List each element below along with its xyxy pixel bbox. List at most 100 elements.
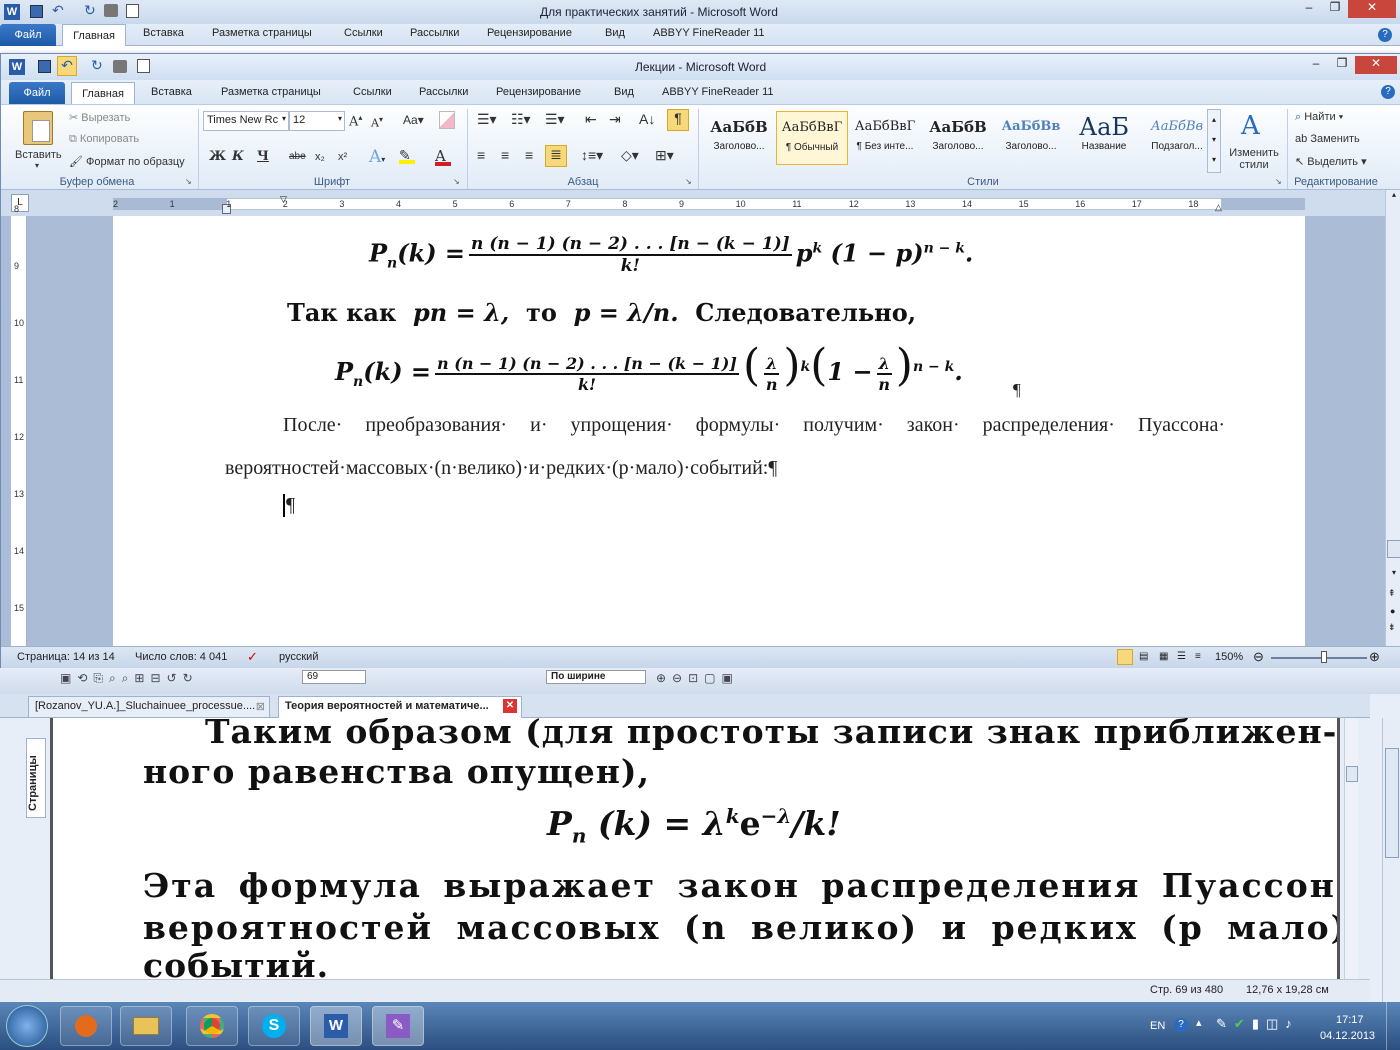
- style-heading2[interactable]: АаБбВ Заголово...: [922, 111, 994, 165]
- tab-mailings[interactable]: Рассылки: [419, 86, 468, 98]
- font-size-select[interactable]: 12 ▾: [289, 111, 345, 131]
- tab-insert[interactable]: Вставка: [143, 27, 184, 39]
- scroll-thumb[interactable]: [1346, 766, 1358, 782]
- tab-review[interactable]: Рецензирование: [496, 86, 581, 98]
- next-page-icon[interactable]: ⇟: [1388, 622, 1396, 633]
- shading-icon[interactable]: ◇▾: [621, 147, 639, 164]
- word-icon[interactable]: W: [4, 4, 20, 20]
- superscript-button[interactable]: x²: [338, 151, 347, 163]
- numbering-icon[interactable]: ☷▾: [511, 111, 531, 128]
- styles-scroll[interactable]: ▴ ▾ ▾: [1207, 109, 1221, 173]
- toolbar-icons[interactable]: ▣⟲⎘⌕⌕⊞⊟↺↻: [60, 671, 199, 686]
- close-button[interactable]: ✕: [1355, 56, 1397, 74]
- change-styles-button[interactable]: Изменить стили: [1229, 147, 1279, 171]
- language-indicator[interactable]: EN: [1150, 1020, 1165, 1032]
- change-styles-icon[interactable]: A: [1241, 111, 1260, 141]
- fullscreen-view-icon[interactable]: ▤: [1139, 651, 1148, 662]
- pdf-page[interactable]: Таким образом (для простоты записи знак …: [50, 718, 1340, 979]
- style-subtitle[interactable]: АаБбВв Подзагол...: [1141, 111, 1213, 165]
- redo-icon[interactable]: ↻: [84, 2, 96, 19]
- right-indent-icon[interactable]: △: [1215, 202, 1222, 213]
- save-icon[interactable]: [38, 60, 51, 73]
- tab-abbyy[interactable]: ABBYY FineReader 11: [662, 86, 774, 98]
- paste-icon[interactable]: [23, 111, 53, 145]
- font-name-select[interactable]: Times New Rc ▾: [203, 111, 289, 131]
- help-icon[interactable]: ?: [1381, 85, 1395, 99]
- word-count[interactable]: Число слов: 4 041: [135, 651, 227, 663]
- clear-format-icon[interactable]: [439, 111, 455, 129]
- zoom-value-box[interactable]: 69: [302, 670, 366, 684]
- tab-layout[interactable]: Разметка страницы: [212, 27, 312, 39]
- show-marks-button[interactable]: ¶: [667, 109, 689, 131]
- preview-icon[interactable]: [126, 4, 139, 18]
- tab-file[interactable]: Файл: [9, 82, 65, 104]
- outer-scrollbar[interactable]: [1382, 718, 1400, 1002]
- align-right-icon[interactable]: ≡: [525, 147, 533, 163]
- close-tab-icon[interactable]: ✕: [503, 699, 517, 713]
- outline-view-icon[interactable]: ☰: [1177, 651, 1186, 662]
- help-icon[interactable]: ?: [1378, 28, 1392, 42]
- justify-button[interactable]: ≣: [545, 145, 567, 167]
- style-heading1[interactable]: АаБбВ Заголово...: [703, 111, 775, 165]
- body-paragraph[interactable]: После· преобразования· и· упрощения· фор…: [225, 404, 1225, 490]
- dialog-launcher-icon[interactable]: ↘: [1275, 177, 1282, 186]
- copy-button[interactable]: ⧉ Копировать: [69, 133, 139, 146]
- redo-icon[interactable]: ↻: [91, 57, 103, 74]
- increase-indent-icon[interactable]: ⇥: [609, 111, 621, 128]
- skype-icon[interactable]: S: [248, 1006, 300, 1046]
- minimize-button[interactable]: –: [1296, 0, 1322, 18]
- scroll-down-icon[interactable]: ▾: [1387, 568, 1400, 582]
- prev-page-icon[interactable]: ⇞: [1388, 588, 1396, 599]
- print-icon[interactable]: [104, 4, 118, 17]
- zoom-slider-thumb[interactable]: [1321, 651, 1327, 663]
- tab-home[interactable]: Главная: [71, 82, 135, 104]
- borders-icon[interactable]: ⊞▾: [655, 147, 674, 164]
- print-layout-icon[interactable]: [1117, 649, 1133, 665]
- tab-layout[interactable]: Разметка страницы: [221, 86, 321, 98]
- pdf-scrollbar[interactable]: [1344, 718, 1358, 979]
- scroll-thumb[interactable]: [1385, 748, 1399, 858]
- tab-insert[interactable]: Вставка: [151, 86, 192, 98]
- shrink-font-icon[interactable]: A▾: [371, 115, 383, 130]
- dialog-launcher-icon[interactable]: ↘: [185, 177, 192, 186]
- browse-object-icon[interactable]: ●: [1390, 606, 1395, 616]
- document-page[interactable]: Pn(k) = n (n − 1) (n − 2) . . . [n − (k −…: [113, 216, 1305, 646]
- strikethrough-button[interactable]: abe: [289, 151, 306, 162]
- language[interactable]: русский: [279, 651, 318, 663]
- tab-references[interactable]: Ссылки: [344, 27, 383, 39]
- line-spacing-icon[interactable]: ↕≡▾: [581, 147, 603, 164]
- clock-time[interactable]: 17:17: [1336, 1014, 1364, 1026]
- highlight-icon[interactable]: ✎: [399, 147, 415, 164]
- sort-icon[interactable]: A↓: [639, 111, 655, 127]
- close-button[interactable]: ✕: [1348, 0, 1396, 18]
- align-center-icon[interactable]: ≡: [501, 147, 509, 163]
- tab-view[interactable]: Вид: [605, 27, 625, 39]
- underline-button[interactable]: Ч: [257, 149, 269, 164]
- tray-arrow-icon[interactable]: ▴: [1196, 1016, 1202, 1029]
- word-taskbar-icon[interactable]: W: [310, 1006, 362, 1046]
- save-icon[interactable]: [30, 5, 43, 18]
- tab-file[interactable]: Файл: [0, 24, 56, 46]
- scroll-thumb[interactable]: [1387, 540, 1400, 558]
- undo-icon[interactable]: ↶: [57, 56, 77, 76]
- style-heading3[interactable]: АаБбВв Заголово...: [995, 111, 1067, 165]
- zoom-in-icon[interactable]: ⊕: [1369, 649, 1380, 665]
- horizontal-ruler[interactable]: L ▽ △ 2 1 1 2 3 4 5 6 7 8 9 10 11 12 13 14 15 16 17 18: [1, 190, 1400, 216]
- media-player-icon[interactable]: [60, 1006, 112, 1046]
- paste-dropdown-icon[interactable]: ▾: [35, 161, 39, 170]
- select-button[interactable]: ↖ Выделить ▾: [1295, 155, 1367, 168]
- tab-review[interactable]: Рецензирование: [487, 27, 572, 39]
- tab-references[interactable]: Ссылки: [353, 86, 392, 98]
- web-view-icon[interactable]: ▦: [1159, 651, 1168, 662]
- decrease-indent-icon[interactable]: ⇤: [585, 111, 597, 128]
- undo-icon[interactable]: ↶: [52, 2, 64, 19]
- dialog-launcher-icon[interactable]: ↘: [453, 177, 460, 186]
- draft-view-icon[interactable]: ≡: [1195, 651, 1201, 662]
- change-case-button[interactable]: Aa▾: [403, 113, 424, 127]
- zoom-out-icon[interactable]: ⊖: [1253, 649, 1264, 665]
- reader-taskbar-icon[interactable]: ✎: [372, 1006, 424, 1046]
- chrome-icon[interactable]: [186, 1006, 238, 1046]
- spell-check-icon[interactable]: ✓: [247, 649, 258, 665]
- tab-home[interactable]: Главная: [62, 24, 126, 46]
- subscript-button[interactable]: x₂: [315, 151, 325, 163]
